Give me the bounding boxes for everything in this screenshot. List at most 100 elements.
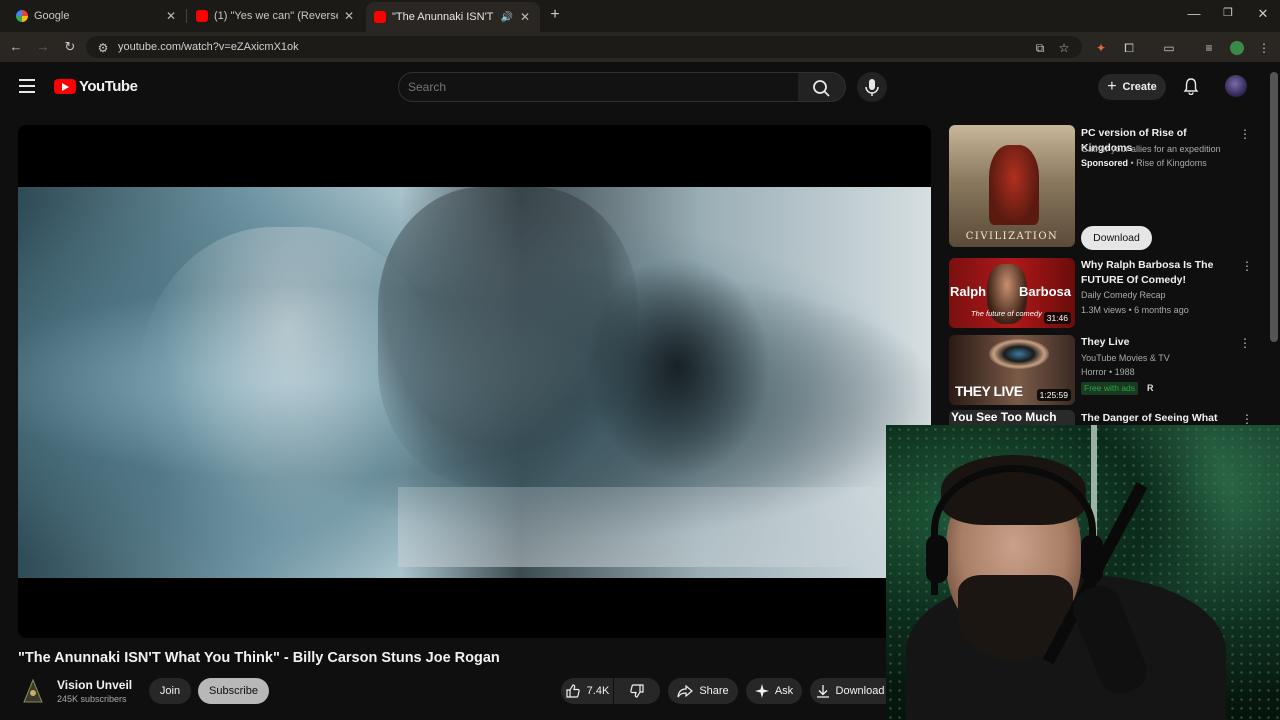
channel-name[interactable]: Vision Unveil <box>57 678 132 692</box>
forward-icon[interactable]: → <box>35 39 51 55</box>
extensions-puzzle-icon[interactable]: ⧠ <box>1122 41 1136 55</box>
share-button[interactable]: Share <box>668 678 738 704</box>
ad-sponsor-line: Sponsored • Rise of Kingdoms <box>1081 158 1207 168</box>
tab-anunnaki[interactable]: "The Anunnaki ISN'T What 🔊 ✕ <box>366 2 540 32</box>
like-count: 7.4K <box>586 685 610 697</box>
dislike-button[interactable] <box>614 678 660 704</box>
close-tab-icon[interactable]: ✕ <box>164 9 178 23</box>
webcam-overlay <box>886 425 1280 720</box>
headphone-earcup <box>926 535 948 583</box>
sparkle-icon <box>754 684 769 698</box>
video-title[interactable]: Why Ralph Barbosa Is The FUTURE Of Comed… <box>1081 258 1231 288</box>
video-player[interactable] <box>18 125 931 638</box>
close-window-icon[interactable]: ✕ <box>1253 6 1273 22</box>
ad-thumbnail-text: CIVILIZATION <box>965 231 1059 242</box>
media-control-icon[interactable]: ≡ <box>1202 41 1216 55</box>
close-tab-icon[interactable]: ✕ <box>518 10 532 24</box>
search-button[interactable] <box>798 72 846 102</box>
subscribe-button[interactable]: Subscribe <box>198 678 269 704</box>
youtube-favicon-icon <box>196 10 208 22</box>
tab-title: Google <box>34 10 70 22</box>
video-title: "The Anunnaki ISN'T What You Think" - Bi… <box>18 650 500 666</box>
video-channel[interactable]: YouTube Movies & TV <box>1081 353 1170 363</box>
install-app-icon[interactable]: ⧉ <box>1033 41 1047 55</box>
more-options-icon[interactable]: ⋮ <box>1239 127 1251 141</box>
thumbnail-text: Barbosa <box>1019 284 1072 299</box>
browser-menu-icon[interactable]: ⋮ <box>1257 41 1271 55</box>
search-input[interactable] <box>408 78 788 96</box>
youtube-favicon-icon <box>374 11 386 23</box>
site-info-icon[interactable]: ⚙ <box>96 41 110 55</box>
more-options-icon[interactable]: ⋮ <box>1241 259 1253 273</box>
tab-audio-icon[interactable]: 🔊 <box>500 12 514 23</box>
tab-google[interactable]: Google ✕ <box>8 4 186 28</box>
video-title[interactable]: The Danger of Seeing What <box>1081 411 1221 425</box>
video-duration: 1:25:59 <box>1036 389 1071 401</box>
thumbnail-text: You See Too Much <box>951 410 1057 424</box>
tab-yes-we-can[interactable]: (1) "Yes we can" (Reverse) - You ✕ <box>188 4 364 28</box>
page-scrollbar[interactable] <box>1270 72 1278 342</box>
headphones <box>931 465 1096 595</box>
more-options-icon[interactable]: ⋮ <box>1241 412 1253 426</box>
video-frame <box>18 187 931 578</box>
bookmark-star-icon[interactable]: ☆ <box>1057 41 1071 55</box>
ask-label: Ask <box>774 685 794 697</box>
join-button[interactable]: Join <box>149 678 191 704</box>
close-tab-icon[interactable]: ✕ <box>342 9 356 23</box>
back-icon[interactable]: ← <box>8 39 24 55</box>
free-with-ads-badge: Free with ads <box>1081 382 1139 395</box>
microphone-icon <box>865 79 879 96</box>
channel-avatar-icon[interactable] <box>22 678 44 704</box>
account-avatar[interactable] <box>1225 75 1247 97</box>
ad-thumbnail-warrior <box>989 145 1039 225</box>
menu-icon[interactable] <box>19 79 35 93</box>
video-thumbnail[interactable]: You See Too Much <box>949 410 1075 425</box>
download-icon <box>816 685 829 698</box>
ad-thumbnail[interactable]: CIVILIZATION <box>949 125 1075 247</box>
thumbnail-eye <box>989 339 1049 369</box>
tab-title: (1) "Yes we can" (Reverse) - You <box>214 10 338 22</box>
video-thumbnail[interactable]: Ralph Barbosa The future of comedy 31:46 <box>949 258 1075 328</box>
youtube-logo-text[interactable]: YouTube <box>79 78 138 95</box>
thumbnail-text: The future of comedy <box>971 309 1042 318</box>
video-duration: 31:46 <box>1043 312 1071 324</box>
minimize-window-icon[interactable]: — <box>1184 6 1204 21</box>
voice-search-button[interactable] <box>857 72 887 102</box>
share-icon <box>677 684 694 698</box>
thumbs-up-icon <box>566 684 580 698</box>
ad-sponsored-label: Sponsored <box>1081 158 1129 168</box>
video-meta: 1.3M views • 6 months ago <box>1081 305 1189 315</box>
plus-icon: + <box>1107 78 1117 95</box>
download-button[interactable]: Download <box>810 678 890 704</box>
create-button[interactable]: + Create <box>1098 74 1166 100</box>
restore-window-icon[interactable]: ❐ <box>1218 6 1238 19</box>
subscriber-count: 245K subscribers <box>57 694 127 704</box>
thumbnail-text: THEY LIVE <box>955 383 1023 399</box>
video-thumbnail[interactable]: THEY LIVE 1:25:59 <box>949 335 1075 405</box>
youtube-logo-icon[interactable] <box>54 79 76 94</box>
tab-title: "The Anunnaki ISN'T What <box>392 11 496 23</box>
ask-button[interactable]: Ask <box>746 678 802 704</box>
like-button[interactable]: 7.4K <box>561 678 613 704</box>
profile-icon[interactable] <box>1230 41 1244 55</box>
subscribe-label: Subscribe <box>209 685 258 697</box>
video-channel[interactable]: Daily Comedy Recap <box>1081 290 1166 300</box>
rating-badge: R <box>1147 383 1154 393</box>
sidebar-toggle-icon[interactable]: ▭ <box>1162 41 1176 55</box>
ad-description: Gather your allies for an expedition <box>1081 144 1221 154</box>
notifications-bell-icon[interactable] <box>1182 77 1200 95</box>
join-label: Join <box>159 685 181 697</box>
video-scene-microscope <box>578 247 778 487</box>
thumbnail-text: Ralph <box>950 284 987 299</box>
create-label: Create <box>1122 81 1157 93</box>
video-meta: Horror • 1988 <box>1081 367 1135 377</box>
reload-icon[interactable]: ↻ <box>62 39 78 55</box>
new-tab-button[interactable]: + <box>548 6 562 24</box>
search-icon <box>813 80 830 97</box>
extension-icon[interactable]: ✦ <box>1094 41 1108 55</box>
download-label: Download <box>835 685 885 697</box>
ad-download-button[interactable]: Download <box>1081 226 1152 250</box>
video-title[interactable]: They Live <box>1081 335 1231 350</box>
more-options-icon[interactable]: ⋮ <box>1239 336 1251 350</box>
url-text[interactable]: youtube.com/watch?v=eZAxicmX1ok <box>118 41 299 53</box>
